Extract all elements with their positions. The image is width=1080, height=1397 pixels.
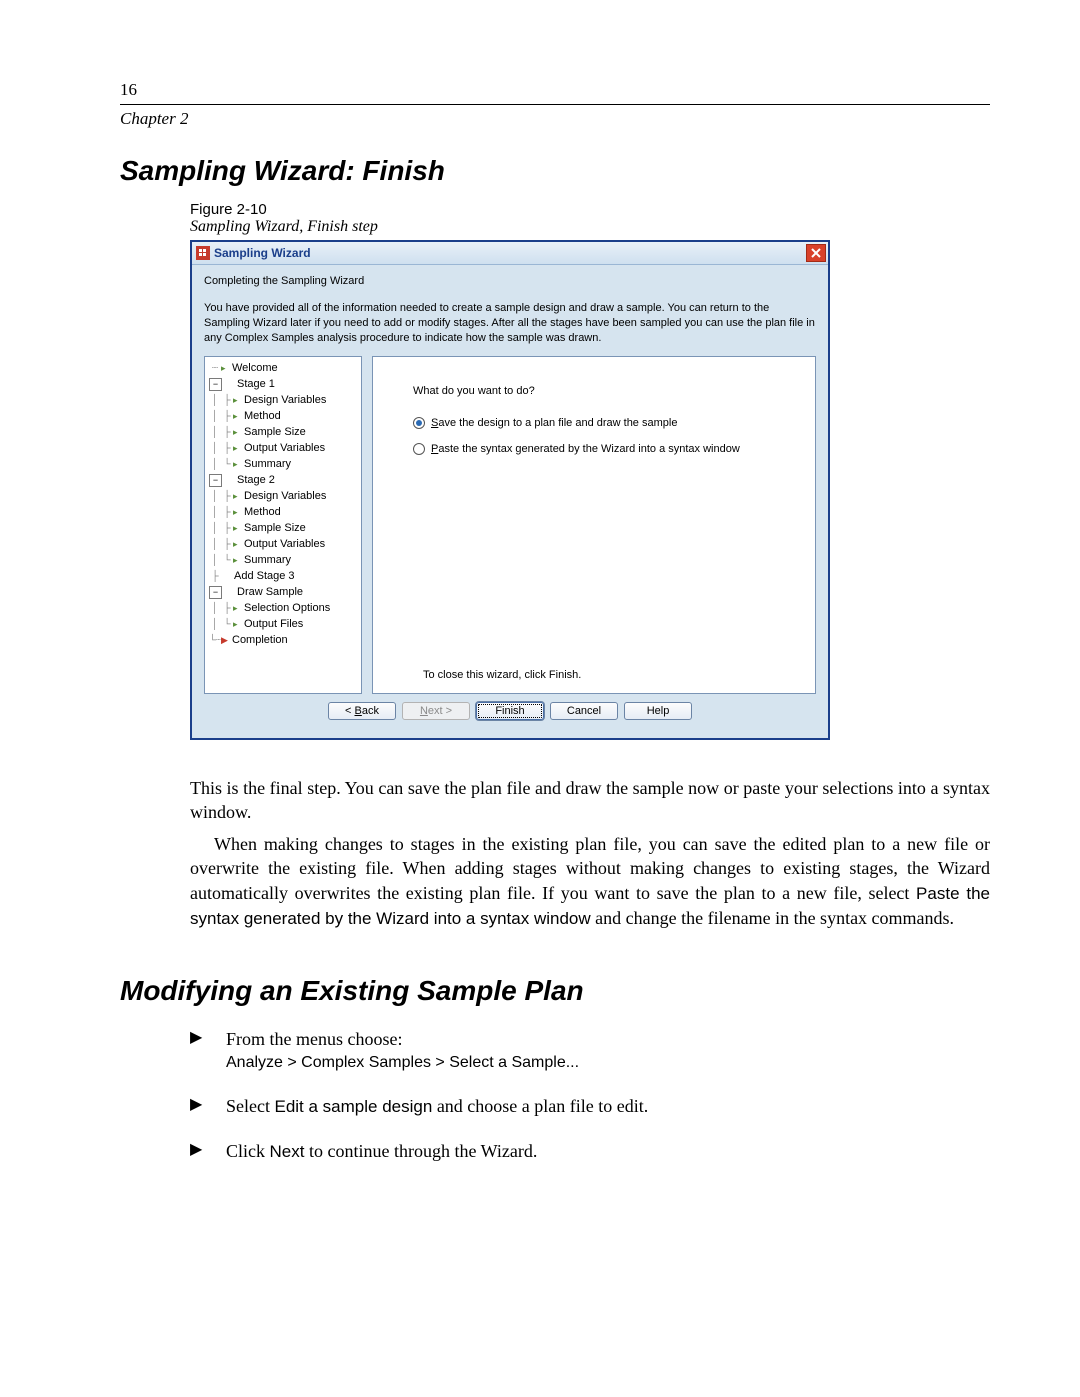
- tree-panel: ┈▸Welcome −Stage 1 │├▸Design Variables │…: [204, 356, 362, 694]
- tree-stage1-summary[interactable]: │└▸Summary: [209, 457, 359, 473]
- step-3: ▶ Click Next to continue through the Wiz…: [190, 1139, 990, 1164]
- radio-save-design[interactable]: Save the design to a plan file and draw …: [413, 417, 801, 429]
- sampling-wizard-dialog: Sampling Wizard Completing the Sampling …: [190, 240, 830, 740]
- step-list: ▶ From the menus choose: Analyze > Compl…: [190, 1027, 990, 1165]
- tree: ┈▸Welcome −Stage 1 │├▸Design Variables │…: [209, 361, 359, 649]
- step-marker-icon: ▶: [190, 1094, 226, 1119]
- tree-output-files[interactable]: │└▸Output Files: [209, 617, 359, 633]
- tree-stage2-method[interactable]: │├▸Method: [209, 505, 359, 521]
- tree-stage1-output[interactable]: │├▸Output Variables: [209, 441, 359, 457]
- step-marker-icon: ▶: [190, 1027, 226, 1075]
- dialog-body: Completing the Sampling Wizard You have …: [192, 265, 828, 738]
- section-heading-1: Sampling Wizard: Finish: [120, 155, 990, 187]
- back-button[interactable]: < Back: [328, 702, 396, 720]
- tree-add-stage3[interactable]: ├Add Stage 3: [209, 569, 359, 585]
- tree-completion[interactable]: └┈▶Completion: [209, 633, 359, 649]
- tree-stage1-design[interactable]: │├▸Design Variables: [209, 393, 359, 409]
- tree-stage1-method[interactable]: │├▸Method: [209, 409, 359, 425]
- radio-icon: [413, 443, 425, 455]
- tree-stage2-design[interactable]: │├▸Design Variables: [209, 489, 359, 505]
- step-2: ▶ Select Edit a sample design and choose…: [190, 1094, 990, 1119]
- step-2-text: Select Edit a sample design and choose a…: [226, 1094, 648, 1119]
- dialog-panels: ┈▸Welcome −Stage 1 │├▸Design Variables │…: [204, 356, 816, 694]
- dialog-button-bar: < Back Next > Finish Cancel Help: [204, 694, 816, 730]
- figure-caption: Sampling Wizard, Finish step: [190, 218, 990, 236]
- chapter-label: Chapter 2: [120, 109, 990, 129]
- help-button[interactable]: Help: [624, 702, 692, 720]
- panel-footer-text: To close this wizard, click Finish.: [413, 669, 801, 681]
- paragraph-2: When making changes to stages in the exi…: [190, 832, 990, 930]
- step-marker-icon: ▶: [190, 1139, 226, 1164]
- figure-label: Figure 2-10: [190, 201, 990, 218]
- page-number: 16: [120, 80, 990, 100]
- tree-stage2-output[interactable]: │├▸Output Variables: [209, 537, 359, 553]
- paragraph-1: This is the final step. You can save the…: [190, 776, 990, 825]
- tree-stage2[interactable]: −Stage 2: [209, 473, 359, 489]
- tree-welcome[interactable]: ┈▸Welcome: [209, 361, 359, 377]
- step-3-text: Click Next to continue through the Wizar…: [226, 1139, 537, 1164]
- app-icon: [196, 246, 210, 260]
- step-1-text: From the menus choose:: [226, 1027, 579, 1052]
- cancel-button[interactable]: Cancel: [550, 702, 618, 720]
- figure-block: Figure 2-10 Sampling Wizard, Finish step…: [190, 201, 990, 740]
- tree-stage2-size[interactable]: │├▸Sample Size: [209, 521, 359, 537]
- radio-paste-syntax[interactable]: Paste the syntax generated by the Wizard…: [413, 443, 801, 455]
- tree-draw-sample[interactable]: −Draw Sample: [209, 585, 359, 601]
- content-panel: What do you want to do? Save the design …: [372, 356, 816, 694]
- tree-stage2-summary[interactable]: │└▸Summary: [209, 553, 359, 569]
- step-1-menu-path: Analyze > Complex Samples > Select a Sam…: [226, 1052, 579, 1074]
- dialog-subtitle: Completing the Sampling Wizard: [204, 275, 816, 287]
- tree-stage1[interactable]: −Stage 1: [209, 377, 359, 393]
- section-heading-2: Modifying an Existing Sample Plan: [120, 975, 990, 1007]
- step-1: ▶ From the menus choose: Analyze > Compl…: [190, 1027, 990, 1075]
- next-button: Next >: [402, 702, 470, 720]
- dialog-titlebar: Sampling Wizard: [192, 242, 828, 265]
- finish-button[interactable]: Finish: [476, 702, 544, 720]
- tree-stage1-size[interactable]: │├▸Sample Size: [209, 425, 359, 441]
- body-text: This is the final step. You can save the…: [190, 776, 990, 931]
- page-rule: [120, 104, 990, 105]
- dialog-title: Sampling Wizard: [214, 246, 806, 260]
- tree-selection-options[interactable]: │├▸Selection Options: [209, 601, 359, 617]
- close-icon[interactable]: [806, 244, 826, 262]
- radio-icon: [413, 417, 425, 429]
- page: 16 Chapter 2 Sampling Wizard: Finish Fig…: [0, 0, 1080, 1397]
- dialog-description: You have provided all of the information…: [204, 301, 816, 346]
- question-label: What do you want to do?: [413, 385, 801, 397]
